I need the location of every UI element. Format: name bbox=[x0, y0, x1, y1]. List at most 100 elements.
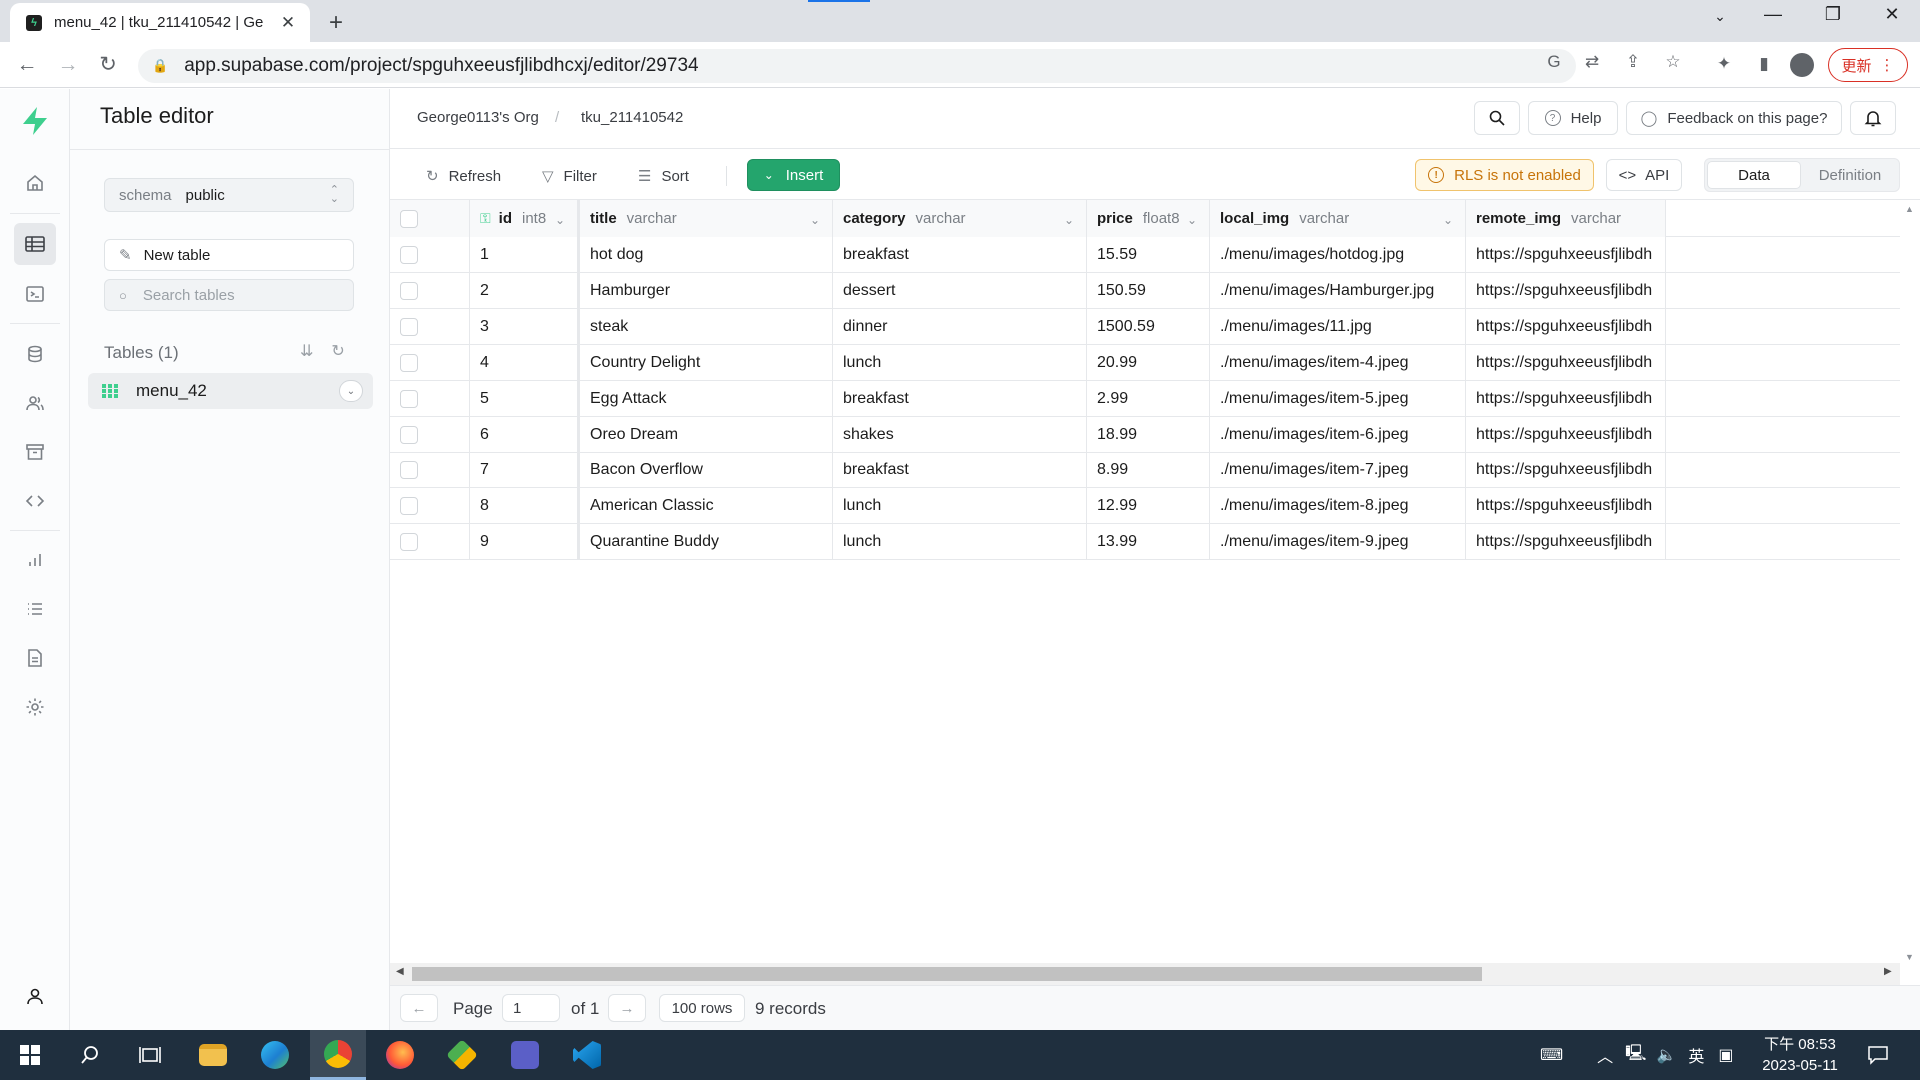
refresh-button[interactable]: ↻ Refresh bbox=[426, 162, 501, 190]
bookmark-star-icon[interactable]: ☆ bbox=[1661, 52, 1685, 72]
back-icon[interactable]: ← bbox=[13, 51, 41, 79]
system-clock[interactable]: 下午 08:53 2023-05-11 bbox=[1750, 1034, 1850, 1076]
cell-remote-img[interactable]: https://spguhxeeusfjlibdh bbox=[1466, 380, 1666, 417]
show-hidden-icons-chevron-icon[interactable]: ︿ bbox=[1597, 1043, 1613, 1067]
google-icon[interactable]: G bbox=[1542, 52, 1566, 72]
row-checkbox[interactable] bbox=[400, 281, 418, 300]
cell-category[interactable]: breakfast bbox=[833, 380, 1087, 417]
cell-local-img[interactable]: ./menu/images/item-9.jpeg bbox=[1210, 524, 1466, 561]
column-header-remote-img[interactable]: remote_img varchar bbox=[1466, 200, 1666, 237]
cell-price[interactable]: 1500.59 bbox=[1087, 308, 1210, 345]
forward-icon[interactable]: → bbox=[54, 51, 82, 79]
file-explorer-icon[interactable] bbox=[185, 1030, 241, 1080]
sort-button[interactable]: ☰ Sort bbox=[638, 162, 689, 190]
home-icon[interactable] bbox=[14, 162, 56, 204]
minimize-icon[interactable]: — bbox=[1753, 4, 1793, 25]
cell-title[interactable]: Country Delight bbox=[580, 344, 833, 381]
rows-per-page-button[interactable]: 100 rows bbox=[659, 994, 745, 1022]
cell-id[interactable]: 1 bbox=[470, 237, 580, 273]
cell-category[interactable]: dinner bbox=[833, 308, 1087, 345]
chrome-browser-icon[interactable] bbox=[310, 1030, 366, 1080]
firefox-icon[interactable] bbox=[372, 1030, 428, 1080]
table-options-chevron-icon[interactable]: ⌄ bbox=[339, 380, 363, 402]
new-table-button[interactable]: ✎ New table bbox=[104, 239, 354, 271]
cell-local-img[interactable]: ./menu/images/item-7.jpeg bbox=[1210, 452, 1466, 489]
cell-price[interactable]: 18.99 bbox=[1087, 416, 1210, 453]
cell-remote-img[interactable]: https://spguhxeeusfjlibdh bbox=[1466, 452, 1666, 489]
cell-title[interactable]: hot dog bbox=[580, 237, 833, 273]
cell-title[interactable]: Egg Attack bbox=[580, 380, 833, 417]
cell-remote-img[interactable]: https://spguhxeeusfjlibdh bbox=[1466, 308, 1666, 345]
restore-icon[interactable]: ❐ bbox=[1813, 4, 1853, 25]
prev-page-button[interactable]: ← bbox=[400, 994, 438, 1022]
cell-price[interactable]: 8.99 bbox=[1087, 452, 1210, 489]
scrollbar-thumb[interactable] bbox=[412, 967, 1482, 981]
cell-category[interactable]: lunch bbox=[833, 344, 1087, 381]
share-icon[interactable]: ⇪ bbox=[1621, 52, 1645, 72]
cell-local-img[interactable]: ./menu/images/item-8.jpeg bbox=[1210, 488, 1466, 525]
logs-icon[interactable] bbox=[14, 588, 56, 630]
cell-local-img[interactable]: ./menu/images/item-5.jpeg bbox=[1210, 380, 1466, 417]
column-header-price[interactable]: price float8 ⌄ bbox=[1087, 200, 1210, 237]
reload-icon[interactable]: ↻ bbox=[94, 51, 122, 79]
column-header-category[interactable]: category varchar ⌄ bbox=[833, 200, 1087, 237]
cell-title[interactable]: Hamburger bbox=[580, 272, 833, 309]
cell-title[interactable]: Bacon Overflow bbox=[580, 452, 833, 489]
breadcrumb-project[interactable]: tku_211410542 bbox=[581, 109, 683, 126]
cell-remote-img[interactable]: https://spguhxeeusfjlibdh bbox=[1466, 524, 1666, 561]
feedback-button[interactable]: ◯ Feedback on this page? bbox=[1626, 101, 1842, 135]
chrome-update-button[interactable]: 更新 ⋮ bbox=[1828, 48, 1908, 82]
tab-data[interactable]: Data bbox=[1707, 161, 1801, 189]
profile-avatar[interactable] bbox=[1790, 53, 1814, 77]
cell-local-img[interactable]: ./menu/images/item-6.jpeg bbox=[1210, 416, 1466, 453]
column-menu-chevron-icon[interactable]: ⌄ bbox=[1443, 213, 1453, 227]
database-icon[interactable] bbox=[14, 333, 56, 375]
side-panel-icon[interactable]: ▮ bbox=[1752, 54, 1776, 74]
row-checkbox[interactable] bbox=[400, 425, 418, 444]
page-input[interactable]: 1 bbox=[502, 994, 560, 1022]
next-page-button[interactable]: → bbox=[608, 994, 646, 1022]
schema-select[interactable]: schema public ⌃ ⌄ bbox=[104, 178, 354, 212]
volume-muted-icon[interactable]: 🔈 bbox=[1656, 1045, 1676, 1065]
cell-remote-img[interactable]: https://spguhxeeusfjlibdh bbox=[1466, 344, 1666, 381]
supabase-logo-icon[interactable] bbox=[18, 104, 52, 138]
column-menu-chevron-icon[interactable]: ⌄ bbox=[555, 213, 565, 227]
cell-id[interactable]: 9 bbox=[470, 524, 580, 561]
keyboard-icon[interactable]: ⌨ bbox=[1540, 1045, 1563, 1065]
cell-price[interactable]: 20.99 bbox=[1087, 344, 1210, 381]
start-button[interactable] bbox=[2, 1030, 58, 1080]
column-header-id[interactable]: ⚿ id int8 ⌄ bbox=[470, 200, 580, 237]
git-tool-icon[interactable] bbox=[434, 1030, 490, 1080]
row-checkbox[interactable] bbox=[400, 317, 418, 336]
browser-tab[interactable]: ϟ menu_42 | tku_211410542 | Ge ✕ bbox=[10, 3, 310, 42]
cell-price[interactable]: 13.99 bbox=[1087, 524, 1210, 561]
tab-search-icon[interactable]: ⌄ bbox=[1700, 8, 1740, 25]
cell-category[interactable]: breakfast bbox=[833, 237, 1087, 273]
cell-remote-img[interactable]: https://spguhxeeusfjlibdh bbox=[1466, 416, 1666, 453]
teams-icon[interactable] bbox=[497, 1030, 553, 1080]
sql-editor-icon[interactable] bbox=[14, 273, 56, 315]
cell-category[interactable]: breakfast bbox=[833, 452, 1087, 489]
storage-icon[interactable] bbox=[14, 431, 56, 473]
cell-price[interactable]: 15.59 bbox=[1087, 237, 1210, 273]
ime-language-indicator[interactable]: 英 bbox=[1688, 1043, 1704, 1067]
breadcrumb-org[interactable]: George0113's Org bbox=[417, 109, 539, 126]
row-checkbox[interactable] bbox=[400, 246, 418, 264]
cell-local-img[interactable]: ./menu/images/hotdog.jpg bbox=[1210, 237, 1466, 273]
scroll-right-icon[interactable]: ▶ bbox=[1884, 966, 1892, 977]
cell-price[interactable]: 12.99 bbox=[1087, 488, 1210, 525]
scroll-down-icon[interactable]: ▼ bbox=[1905, 952, 1914, 962]
edge-functions-icon[interactable] bbox=[14, 480, 56, 522]
cell-id[interactable]: 2 bbox=[470, 272, 580, 309]
search-tables-input[interactable]: ○ Search tables bbox=[104, 279, 354, 311]
close-window-icon[interactable]: ✕ bbox=[1872, 4, 1912, 25]
row-checkbox[interactable] bbox=[400, 389, 418, 408]
scroll-up-icon[interactable]: ▲ bbox=[1905, 204, 1914, 214]
ime-mode-icon[interactable]: ▣ bbox=[1718, 1045, 1733, 1065]
cell-price[interactable]: 150.59 bbox=[1087, 272, 1210, 309]
api-docs-icon[interactable] bbox=[14, 637, 56, 679]
notifications-button[interactable] bbox=[1850, 101, 1896, 135]
collapse-all-icon[interactable]: ⇊ bbox=[300, 341, 313, 361]
column-menu-chevron-icon[interactable]: ⌄ bbox=[1187, 213, 1197, 227]
close-tab-icon[interactable]: ✕ bbox=[278, 13, 298, 33]
